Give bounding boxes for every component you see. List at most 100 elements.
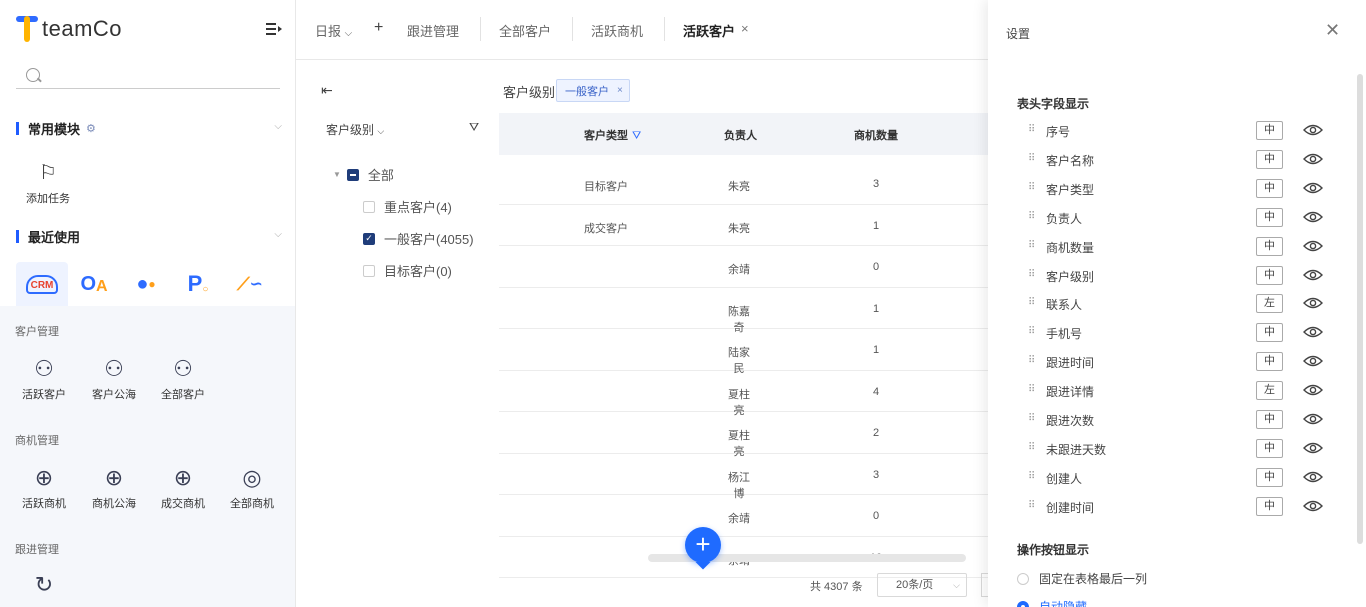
field-row[interactable]: ⠿ 未跟进天数 中 <box>1028 438 1328 459</box>
drag-handle-icon[interactable]: ⠿ <box>1028 211 1035 222</box>
field-row[interactable]: ⠿ 客户类型 中 <box>1028 178 1328 199</box>
drag-handle-icon[interactable]: ⠿ <box>1028 240 1035 251</box>
align-toggle-button[interactable]: 中 <box>1256 178 1283 198</box>
add-task-button[interactable]: ⚐ 添加任务 <box>16 160 80 206</box>
table-row[interactable]: 目标客户 朱亮 3 <box>499 163 988 205</box>
search-input[interactable] <box>16 62 280 89</box>
tab-all-customers[interactable]: 全部客户 <box>499 21 551 40</box>
chevron-down-icon[interactable]: ⌵ <box>274 121 282 132</box>
radio[interactable] <box>1017 600 1029 607</box>
align-toggle-button[interactable]: 中 <box>1256 496 1283 516</box>
table-row[interactable]: 夏柱亮 2 <box>499 412 988 458</box>
checkbox[interactable]: ✓ <box>363 232 375 245</box>
tab-active-customers[interactable]: 活跃客户 <box>683 21 735 40</box>
eye-icon[interactable] <box>1303 471 1323 483</box>
filter-icon[interactable]: ⛛ <box>469 120 479 135</box>
gear-icon[interactable]: ⚙ <box>86 122 96 135</box>
align-toggle-button[interactable]: 中 <box>1256 149 1283 169</box>
checkbox[interactable] <box>346 168 359 181</box>
drag-handle-icon[interactable]: ⠿ <box>1028 355 1035 366</box>
align-toggle-button[interactable]: 中 <box>1256 323 1283 343</box>
tab-followup[interactable]: 跟进管理 <box>407 21 459 40</box>
tree-filter-select[interactable]: 客户级别 ⌵ <box>326 121 384 138</box>
eye-icon[interactable] <box>1303 442 1323 454</box>
filter-chip[interactable]: 一般客户 × <box>556 79 630 102</box>
close-icon[interactable]: × <box>741 21 749 36</box>
tile-active-deals[interactable]: ⊕ 活跃商机 <box>14 463 74 511</box>
field-row[interactable]: ⠿ 创建时间 中 <box>1028 496 1328 517</box>
caret-down-icon[interactable]: ▼ <box>333 170 341 179</box>
project-icon[interactable]: P ○ <box>172 262 224 306</box>
chevron-down-icon[interactable]: ⌵ <box>274 229 282 240</box>
table-row[interactable]: 余靖 0 <box>499 495 988 537</box>
header-customer-type[interactable]: 客户类型 ⛛ <box>584 127 641 143</box>
eye-icon[interactable] <box>1303 500 1323 512</box>
tile-active-customers[interactable]: ⚇ 活跃客户 <box>14 354 74 402</box>
table-row[interactable]: 陈嘉奇 1 <box>499 288 988 334</box>
tree-node-general-customers[interactable]: ✓ 一般客户(4055) <box>363 229 474 248</box>
grid-apps-icon[interactable]: ● ● <box>120 262 172 306</box>
align-toggle-button[interactable]: 中 <box>1256 265 1283 285</box>
crm-icon[interactable]: CRM <box>16 262 68 306</box>
header-deal-count[interactable]: 商机数量 <box>854 127 898 143</box>
eye-icon[interactable] <box>1303 384 1323 396</box>
oa-icon[interactable]: OA <box>68 262 120 306</box>
table-row[interactable]: 杨江博 3 <box>499 454 988 500</box>
drag-handle-icon[interactable]: ⠿ <box>1028 442 1035 453</box>
table-row[interactable]: 夏柱亮 4 <box>499 371 988 417</box>
table-row[interactable]: 陆家民 1 <box>499 329 988 375</box>
field-row[interactable]: ⠿ 手机号 中 <box>1028 323 1328 343</box>
tab-active-deals[interactable]: 活跃商机 <box>591 21 643 40</box>
eye-icon[interactable] <box>1303 211 1323 223</box>
table-row[interactable]: 余靖 0 <box>499 246 988 288</box>
logo[interactable]: teamCo <box>16 14 122 44</box>
drag-handle-icon[interactable]: ⠿ <box>1028 153 1035 164</box>
tree-node-all[interactable]: ▼ 全部 <box>333 165 394 184</box>
drag-handle-icon[interactable]: ⠿ <box>1028 384 1035 395</box>
align-toggle-button[interactable]: 中 <box>1256 207 1283 227</box>
field-row[interactable]: ⠿ 负责人 中 <box>1028 207 1328 228</box>
checkbox[interactable] <box>363 200 375 213</box>
field-row[interactable]: ⠿ 序号 中 <box>1028 121 1328 141</box>
drag-handle-icon[interactable]: ⠿ <box>1028 182 1035 193</box>
eye-icon[interactable] <box>1303 355 1323 367</box>
section-common-modules[interactable]: 常用模块 ⚙ ⌵ <box>16 118 282 138</box>
option-fixed-last-column[interactable]: 固定在表格最后一列 <box>1017 570 1147 587</box>
drag-handle-icon[interactable]: ⠿ <box>1028 500 1035 511</box>
tile-closed-deals[interactable]: ⊕ 成交商机 <box>153 463 213 511</box>
add-tab-button[interactable]: + <box>374 19 383 37</box>
eye-icon[interactable] <box>1303 153 1323 165</box>
menu-collapse-icon[interactable] <box>266 22 282 36</box>
field-row[interactable]: ⠿ 客户级别 中 <box>1028 265 1328 286</box>
eye-icon[interactable] <box>1303 269 1323 281</box>
align-toggle-button[interactable]: 左 <box>1256 381 1283 401</box>
tile-all-customers[interactable]: ⚇ 全部客户 <box>153 354 213 402</box>
page-size-select[interactable]: 20条/页 ⌵ <box>877 573 967 597</box>
add-fab-button[interactable]: + <box>685 527 721 563</box>
tree-collapse-icon[interactable]: ⇤ <box>321 82 333 99</box>
field-row[interactable]: ⠿ 商机数量 中 <box>1028 236 1328 257</box>
field-row[interactable]: ⠿ 跟进详情 左 <box>1028 381 1328 401</box>
field-row[interactable]: ⠿ 客户名称 中 <box>1028 149 1328 170</box>
eye-icon[interactable] <box>1303 182 1323 194</box>
radio[interactable] <box>1017 572 1029 585</box>
tile-all-deals[interactable]: ◎ 全部商机 <box>222 463 282 511</box>
eye-icon[interactable] <box>1303 124 1323 136</box>
align-toggle-button[interactable]: 中 <box>1256 467 1283 487</box>
align-toggle-button[interactable]: 中 <box>1256 352 1283 372</box>
drag-handle-icon[interactable]: ⠿ <box>1028 124 1035 135</box>
header-owner[interactable]: 负责人 <box>724 127 757 143</box>
align-toggle-button[interactable]: 中 <box>1256 121 1283 140</box>
drag-handle-icon[interactable]: ⠿ <box>1028 471 1035 482</box>
tab-daily-report[interactable]: 日报 ⌵ <box>315 21 352 40</box>
tree-node-target-customers[interactable]: 目标客户(0) <box>363 261 452 280</box>
eye-icon[interactable] <box>1303 326 1323 338</box>
section-recent[interactable]: 最近使用 ⌵ <box>16 226 282 246</box>
checkbox[interactable] <box>363 264 375 277</box>
tree-node-key-customers[interactable]: 重点客户(4) <box>363 197 452 216</box>
field-row[interactable]: ⠿ 跟进次数 中 <box>1028 410 1328 430</box>
tile-followup[interactable]: ↻ <box>14 570 74 600</box>
field-row[interactable]: ⠿ 创建人 中 <box>1028 467 1328 488</box>
close-icon[interactable]: ✕ <box>1325 20 1340 41</box>
table-row[interactable]: 成交客户 朱亮 1 <box>499 205 988 246</box>
